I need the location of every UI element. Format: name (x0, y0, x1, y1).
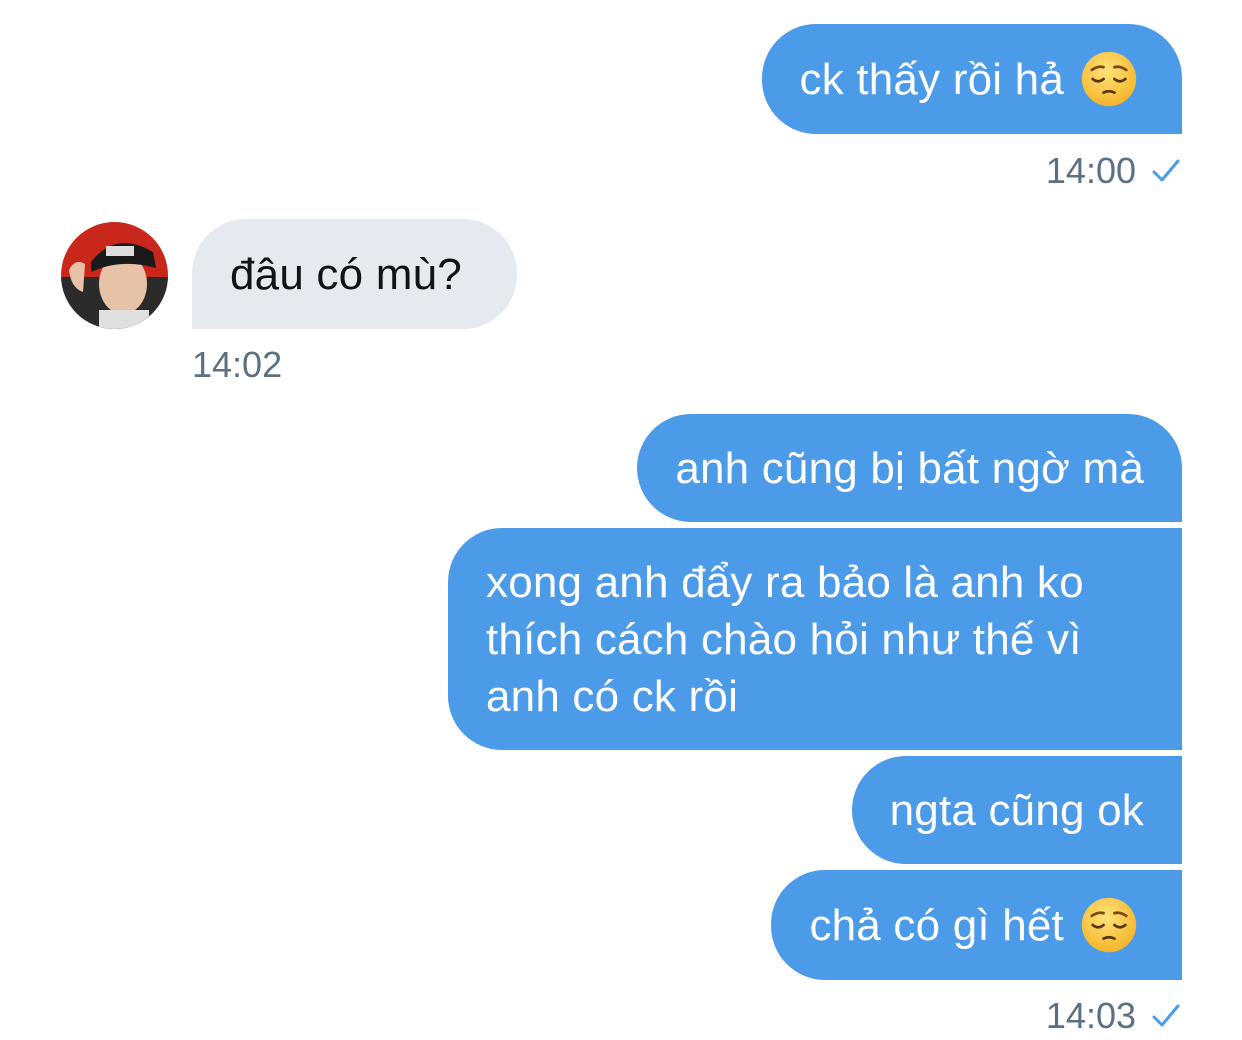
message-meta: 14:00 (1046, 150, 1182, 192)
message-meta: 14:03 (1046, 995, 1182, 1037)
pensive-face-emoji-icon (1080, 50, 1138, 108)
message-text: anh cũng bị bất ngờ mà (675, 443, 1144, 493)
message-meta: 14:02 (192, 344, 282, 386)
checkmark-icon (1150, 1000, 1182, 1032)
outgoing-message-bubble[interactable]: xong anh đẩy ra bảo là anh ko thích cách… (448, 528, 1182, 750)
message-text: xong anh đẩy ra bảo là anh ko thích cách… (486, 557, 1084, 721)
timestamp: 14:02 (192, 344, 283, 385)
message-text: chả có gì hết (809, 900, 1064, 950)
outgoing-message-bubble[interactable]: chả có gì hết (771, 870, 1182, 980)
outgoing-message-bubble[interactable]: anh cũng bị bất ngờ mà (637, 414, 1182, 522)
message-text: ngta cũng ok (889, 785, 1144, 835)
message-text: ck thấy rồi hả (799, 54, 1064, 104)
timestamp: 14:03 (1045, 995, 1136, 1036)
outgoing-message-bubble[interactable]: ck thấy rồi hả (761, 24, 1182, 134)
message-text: đâu có mù? (230, 249, 462, 299)
checkmark-icon (1150, 155, 1182, 187)
outgoing-message-bubble[interactable]: ngta cũng ok (851, 756, 1182, 864)
timestamp: 14:00 (1045, 150, 1136, 191)
incoming-message-bubble[interactable]: đâu có mù? (192, 219, 517, 329)
pensive-face-emoji-icon (1080, 896, 1138, 954)
contact-avatar[interactable] (61, 222, 168, 329)
